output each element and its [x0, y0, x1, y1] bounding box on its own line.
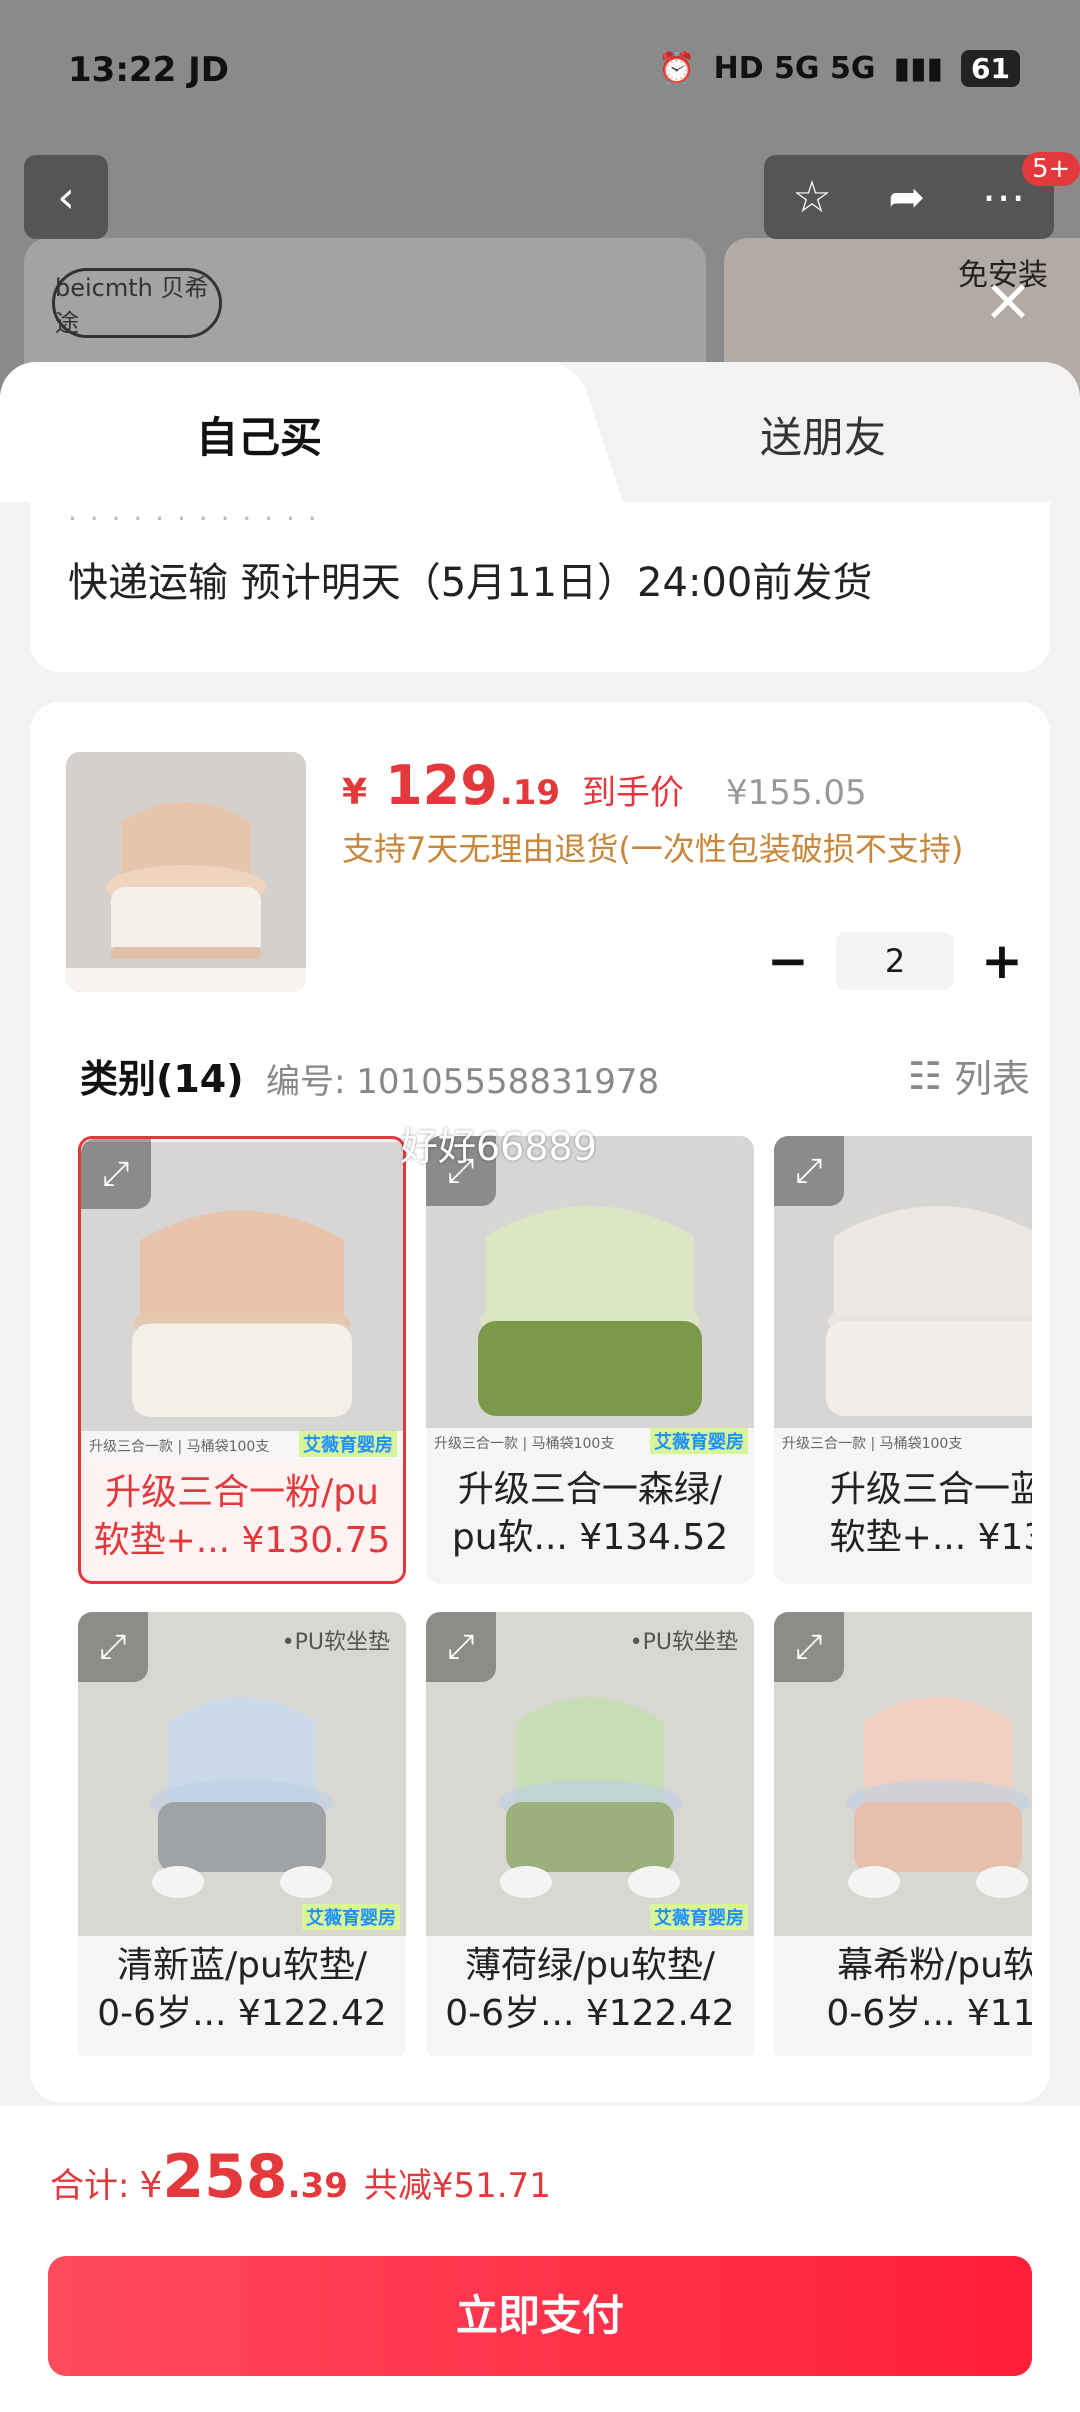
- variant-name: 升级三合一粉/pu 软垫+... ¥130.75: [81, 1469, 403, 1565]
- shop-tag: 艾薇育婴房: [650, 1904, 748, 1930]
- final-price-label: 到手价: [582, 773, 685, 813]
- variant-name-line1: 升级三合一森绿/: [457, 1469, 723, 1510]
- variant-name-line1: 幕希粉/pu软: [837, 1945, 1032, 1986]
- purchase-tabs: 自己买 送朋友: [0, 362, 1080, 502]
- expand-icon[interactable]: ⤢: [426, 1612, 496, 1682]
- category-title: 类别(14): [80, 1057, 244, 1101]
- battery-icon: 61: [961, 50, 1020, 87]
- price-currency: ¥: [342, 772, 368, 813]
- price-integer: 129: [385, 754, 498, 817]
- shipping-info: 快递运输 预计明天（5月11日）24:00前发货: [68, 560, 873, 606]
- product-thumbnail[interactable]: [66, 752, 306, 992]
- variant-name: 薄荷绿/pu软垫/0-6岁... ¥122.42: [426, 1942, 754, 2038]
- watermark: 好好66889: [400, 1125, 597, 1169]
- signal-icon: ▮▮▮: [893, 51, 944, 86]
- notification-badge: 5+: [1022, 152, 1080, 186]
- variant-item[interactable]: ⤢升级三合一款 | 马桶袋100支艾薇升级三合一蓝软垫+... ¥13: [774, 1136, 1032, 1584]
- return-policy: 支持7天无理由退货(一次性包装破损不支持): [342, 830, 964, 868]
- total-integer: 258: [162, 2142, 288, 2212]
- total-currency: ¥: [139, 2165, 163, 2206]
- total-decimal: .39: [287, 2166, 348, 2206]
- address-faded: · · · · · · · · · · · ·: [68, 502, 319, 535]
- top-actions: ☆ ➦ ⋯: [764, 155, 1054, 239]
- chevron-left-icon: ‹: [57, 171, 75, 223]
- feature-tag: •PU软坐垫: [629, 1630, 738, 1655]
- price-row: ¥ 129 .19 到手价 ¥155.05: [342, 754, 867, 817]
- variant-name: 清新蓝/pu软垫/0-6岁... ¥122.42: [78, 1942, 406, 2038]
- price-decimal: .19: [499, 773, 561, 813]
- variant-name-line1: 薄荷绿/pu软垫/: [465, 1945, 715, 1986]
- checkout-bar: 合计: ¥ 258 .39 共减¥51.71 立即支付: [0, 2106, 1080, 2412]
- variant-name-line1: 清新蓝/pu软垫/: [117, 1945, 367, 1986]
- variant-item[interactable]: ⤢ •PU软坐垫艾薇育婴房清新蓝/pu软垫/0-6岁... ¥122.42: [78, 1612, 406, 2056]
- expand-icon[interactable]: ⤢: [78, 1612, 148, 1682]
- pay-now-button[interactable]: 立即支付: [48, 2256, 1032, 2376]
- total-discount: 共减¥51.71: [363, 2166, 551, 2206]
- expand-icon[interactable]: ⤢: [774, 1612, 844, 1682]
- tab-self-buy[interactable]: 自己买: [196, 404, 322, 465]
- variant-strip: 升级三合一款 | 马桶袋100支: [774, 1428, 1032, 1460]
- feature-tag: •PU软坐垫: [281, 1630, 390, 1655]
- expand-icon[interactable]: ⤢: [81, 1139, 151, 1209]
- purchase-sheet: 自己买 送朋友 · · · · · · · · · · · · 快递运输 预计明…: [0, 362, 1080, 2412]
- variant-name-line2: pu软... ¥134.52: [451, 1517, 729, 1558]
- variant-item[interactable]: ⤢ 升级三合一款 | 马桶袋100支 艾薇育婴房 升级三合一森绿/pu软... ¥13…: [426, 1136, 754, 1584]
- tab-gift-friend[interactable]: 送朋友: [760, 404, 886, 465]
- status-time: 13:22 JD: [68, 50, 229, 90]
- variant-item[interactable]: ⤢艾幕希粉/pu软0-6岁... ¥11(: [774, 1612, 1032, 2056]
- variant-name: 幕希粉/pu软 0-6岁... ¥11(: [774, 1942, 1032, 2038]
- variant-name-line1: 升级三合一粉/pu: [105, 1472, 379, 1513]
- network-label: HD 5G 5G: [713, 51, 876, 86]
- alarm-icon: ⏰: [658, 51, 696, 86]
- quantity-stepper: − 2 +: [762, 932, 1028, 990]
- original-price: ¥155.05: [726, 773, 867, 813]
- shop-tag: 艾薇育婴房: [302, 1904, 400, 1930]
- status-icons: ⏰ HD 5G 5G ▮▮▮ 61: [658, 50, 1020, 87]
- variant-item[interactable]: ⤢ 升级三合一款 | 马桶袋100支 艾薇育婴房 升级三合一粉/pu 软垫+... ¥1…: [78, 1136, 406, 1584]
- variant-name-line1: 升级三合一蓝: [829, 1469, 1032, 1510]
- shipping-card: · · · · · · · · · · · · 快递运输 预计明天（5月11日）…: [30, 502, 1050, 672]
- total-label: 合计:: [50, 2166, 130, 2206]
- close-icon[interactable]: ×: [980, 270, 1036, 330]
- shop-tag: 艾薇育婴房: [650, 1428, 748, 1454]
- variant-name-line2: 0-6岁... ¥11(: [826, 1993, 1032, 2034]
- brand-logo: beicmth 贝希途: [52, 268, 222, 338]
- variant-name: 升级三合一蓝 软垫+... ¥13: [774, 1466, 1032, 1562]
- product-card: ¥ 129 .19 到手价 ¥155.05 支持7天无理由退货(一次性包装破损不…: [30, 702, 1050, 2102]
- decrease-button[interactable]: −: [762, 935, 814, 987]
- expand-icon[interactable]: ⤢: [774, 1136, 844, 1206]
- shop-tag: 艾薇育婴房: [299, 1431, 397, 1457]
- variant-grid: ⤢ 升级三合一款 | 马桶袋100支 艾薇育婴房 升级三合一粉/pu 软垫+... ¥1…: [78, 1136, 1032, 2056]
- variant-item[interactable]: ⤢ •PU软坐垫艾薇育婴房薄荷绿/pu软垫/0-6岁... ¥122.42: [426, 1612, 754, 2056]
- quantity-input[interactable]: 2: [836, 932, 954, 990]
- category-header: 类别(14) 编号: 10105558831978 ☷ 列表: [80, 1042, 1030, 1103]
- variant-name-line2: 软垫+... ¥130.75: [93, 1520, 391, 1561]
- variant-name-line2: 0-6岁... ¥122.42: [445, 1993, 735, 2034]
- list-label: 列表: [953, 1057, 1030, 1101]
- list-icon: ☷: [907, 1053, 942, 1098]
- total-price: 合计: ¥ 258 .39 共减¥51.71: [50, 2142, 551, 2212]
- potty-image: [66, 752, 306, 992]
- product-id: 编号: 10105558831978: [266, 1062, 660, 1102]
- list-view-toggle[interactable]: ☷ 列表: [908, 1048, 1030, 1103]
- increase-button[interactable]: +: [976, 935, 1028, 987]
- more-icon[interactable]: ⋯: [982, 172, 1026, 223]
- status-bar: 13:22 JD ⏰ HD 5G 5G ▮▮▮ 61: [0, 0, 1080, 140]
- variant-name: 升级三合一森绿/pu软... ¥134.52: [426, 1466, 754, 1562]
- variant-name-line2: 软垫+... ¥13: [829, 1517, 1032, 1558]
- back-button[interactable]: ‹: [24, 155, 108, 239]
- star-icon[interactable]: ☆: [792, 172, 831, 223]
- variant-name-line2: 0-6岁... ¥122.42: [97, 1993, 387, 2034]
- share-icon[interactable]: ➦: [888, 172, 925, 223]
